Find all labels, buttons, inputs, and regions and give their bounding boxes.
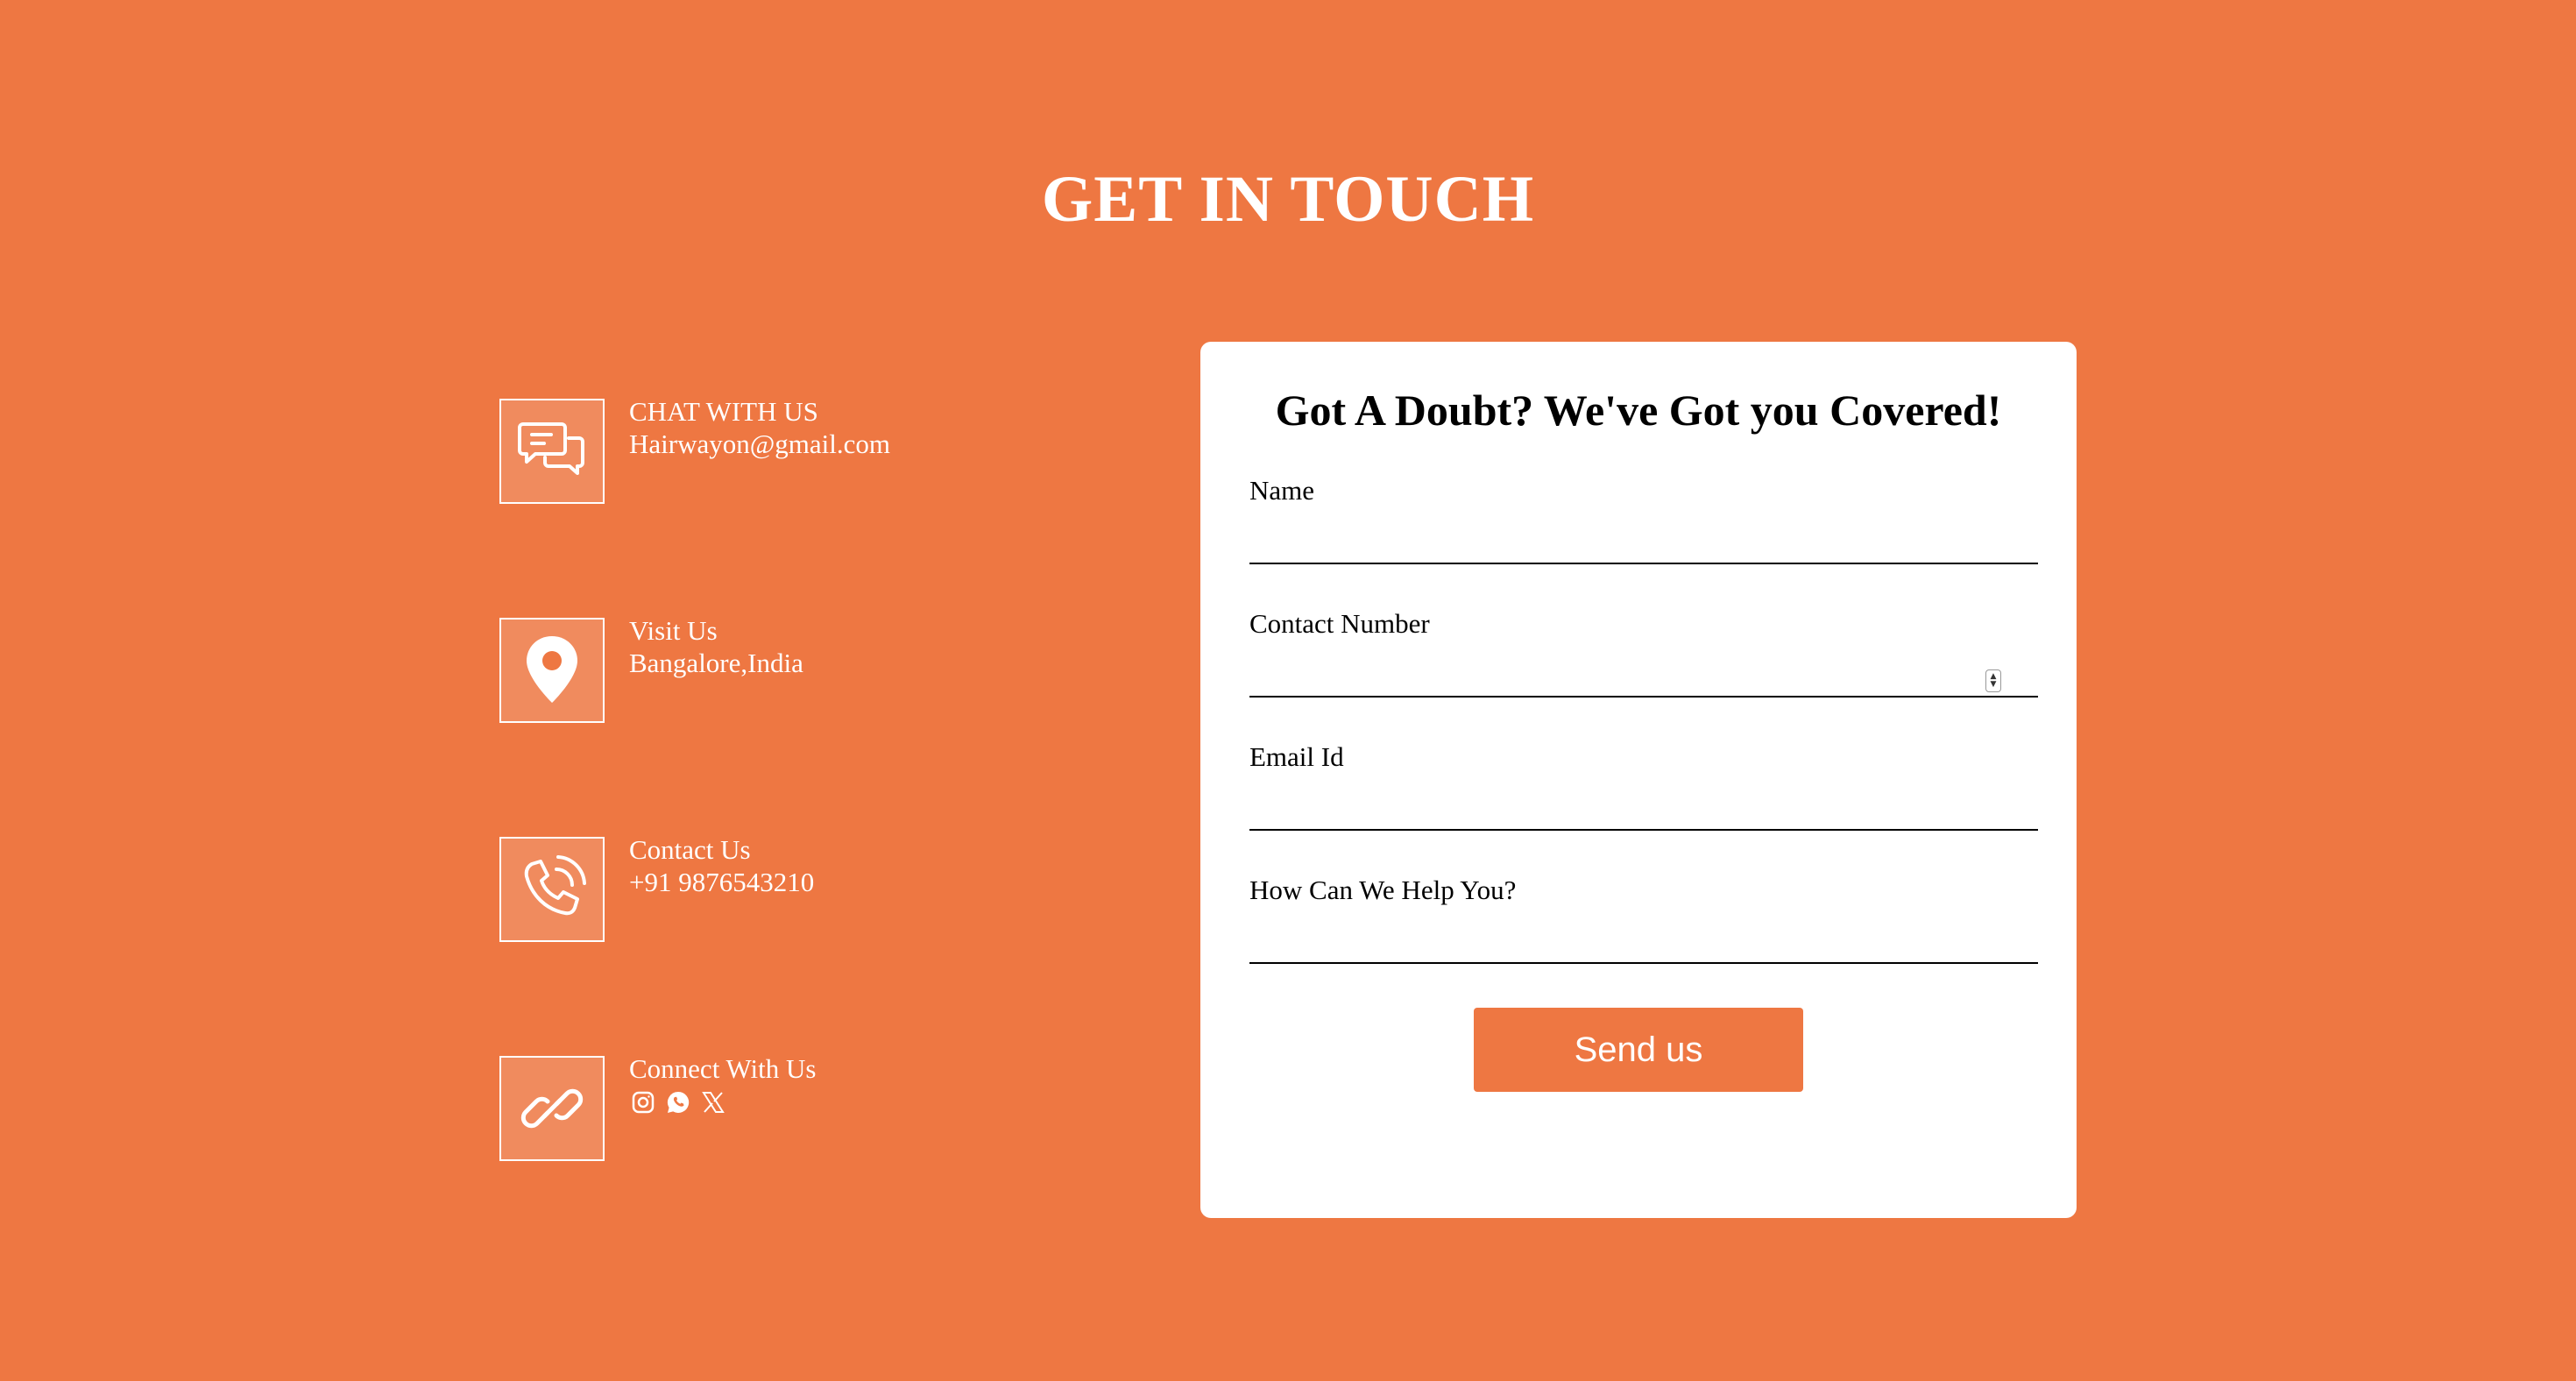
name-field-group: Name xyxy=(1249,475,2038,564)
social-links xyxy=(629,1088,816,1122)
help-field-group: How Can We Help You? xyxy=(1249,875,2038,964)
email-field-group: Email Id xyxy=(1249,741,2038,831)
send-button[interactable]: Send us xyxy=(1474,1008,1803,1092)
link-icon xyxy=(499,1056,605,1161)
info-connect: Connect With Us xyxy=(499,1053,1113,1161)
form-title: Got A Doubt? We've Got you Covered! xyxy=(1275,386,2002,435)
contact-heading: Contact Us xyxy=(629,834,751,865)
info-contact: Contact Us +91 9876543210 xyxy=(499,834,1113,942)
visit-heading: Visit Us xyxy=(629,615,718,646)
contact-number-input[interactable] xyxy=(1249,657,2038,698)
info-visit: Visit Us Bangalore,India xyxy=(499,615,1113,723)
phone-icon xyxy=(499,837,605,942)
contact-number-label: Contact Number xyxy=(1249,608,1430,639)
email-input[interactable] xyxy=(1249,790,2038,831)
instagram-icon[interactable] xyxy=(629,1088,657,1116)
location-pin-icon xyxy=(499,618,605,723)
contact-number-field-group: Contact Number ▲ ▼ xyxy=(1249,608,2038,698)
email-label: Email Id xyxy=(1249,741,1344,772)
x-twitter-icon[interactable] xyxy=(699,1088,727,1116)
number-spinner-icon[interactable]: ▲ ▼ xyxy=(1985,669,2001,692)
chat-email[interactable]: Hairwayon@gmail.com xyxy=(629,428,890,460)
name-label: Name xyxy=(1249,475,1315,506)
name-input[interactable] xyxy=(1249,524,2038,564)
chat-heading: CHAT WITH US xyxy=(629,396,818,427)
page-title: GET IN TOUCH xyxy=(1041,163,1535,236)
chat-icon xyxy=(499,399,605,504)
contact-form-card: Got A Doubt? We've Got you Covered! Name… xyxy=(1200,342,2077,1218)
connect-heading: Connect With Us xyxy=(629,1053,817,1084)
whatsapp-icon[interactable] xyxy=(664,1088,692,1116)
help-label: How Can We Help You? xyxy=(1249,875,1517,905)
contact-phone[interactable]: +91 9876543210 xyxy=(629,866,814,898)
info-chat: CHAT WITH US Hairwayon@gmail.com xyxy=(499,396,1113,504)
visit-address: Bangalore,India xyxy=(629,648,803,678)
help-input[interactable] xyxy=(1249,924,2038,964)
